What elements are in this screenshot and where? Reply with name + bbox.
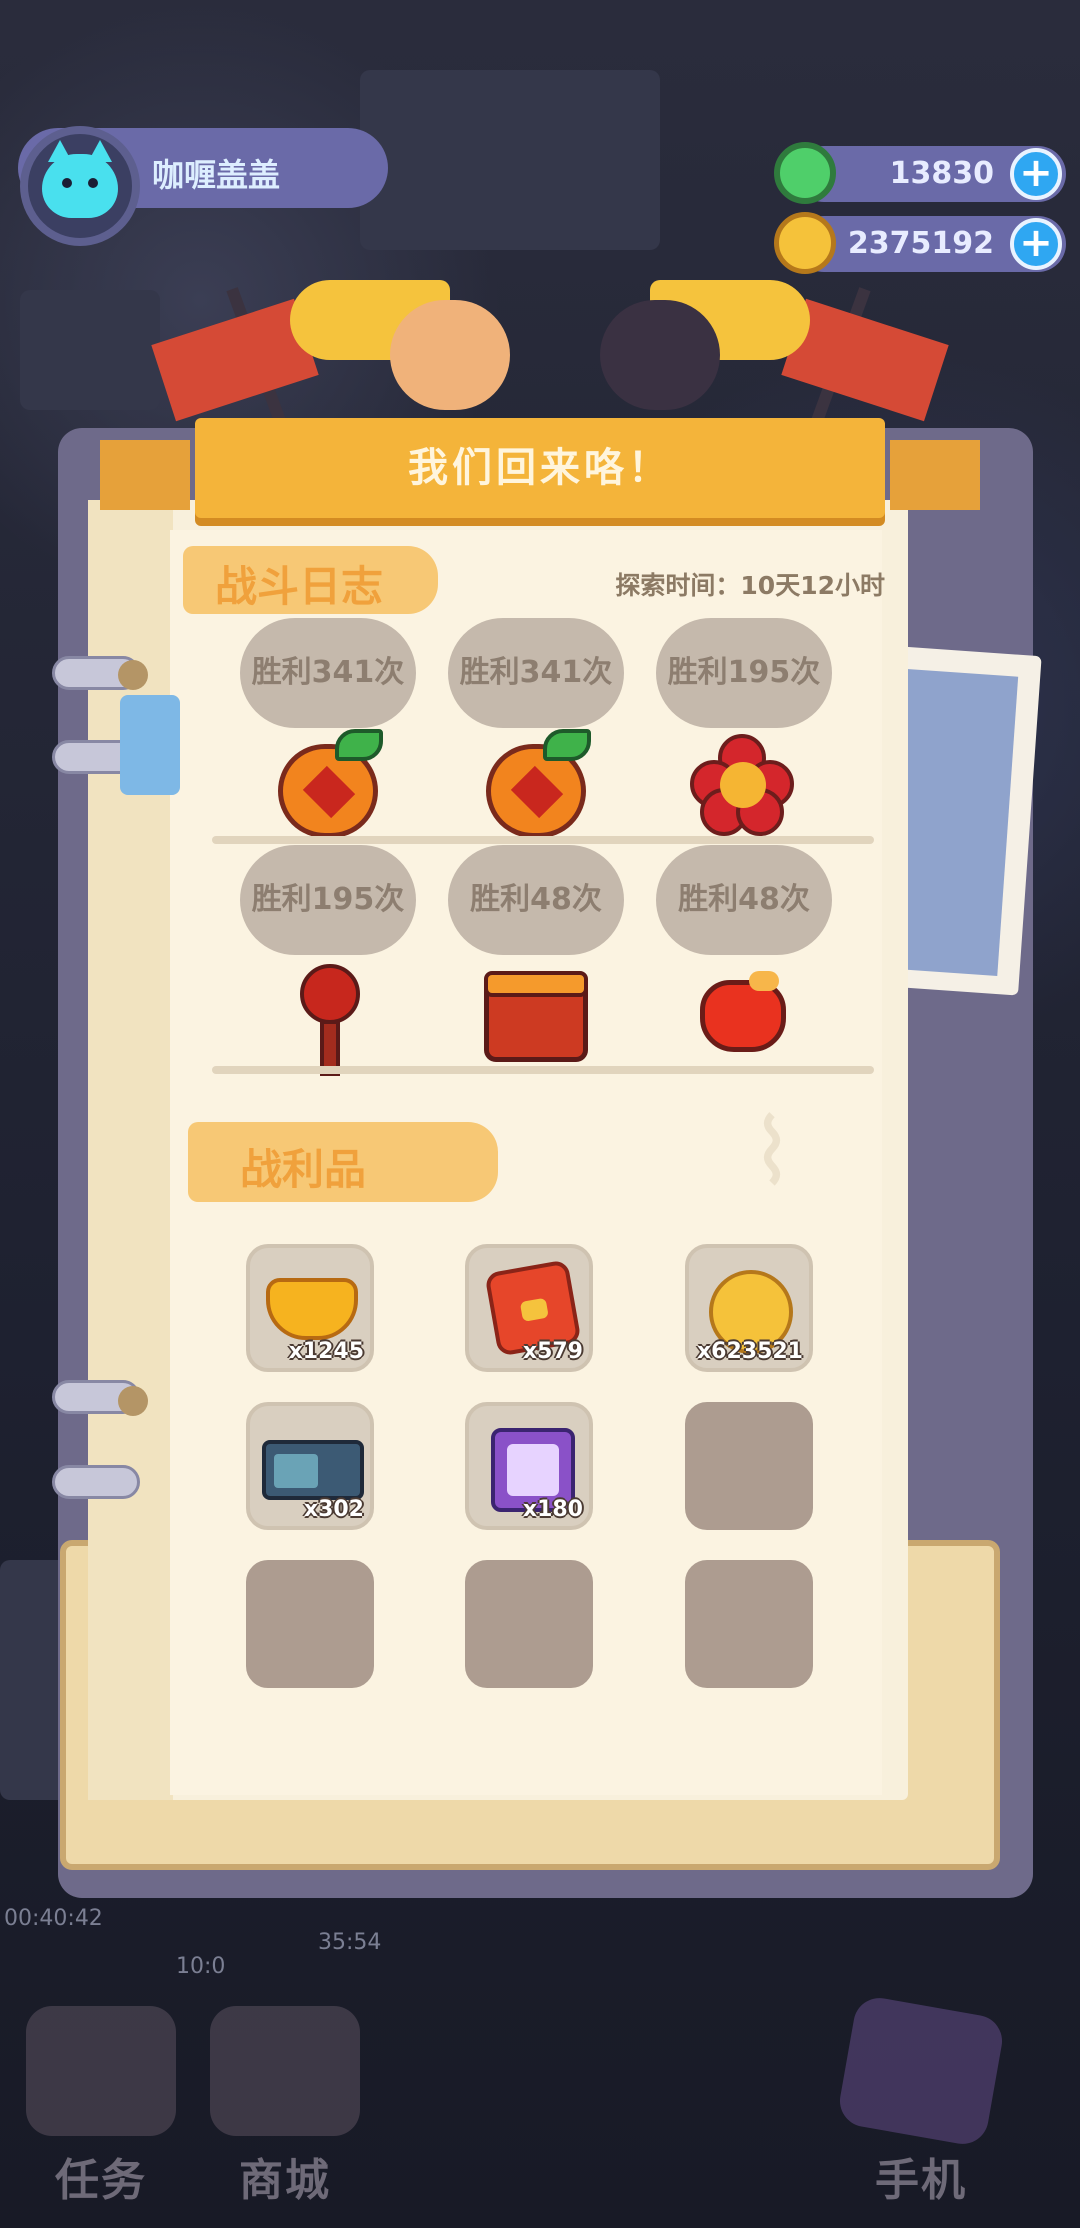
wins-bubble: 胜利195次: [240, 845, 416, 955]
lollipop-enemy-icon: [294, 964, 364, 1076]
wins-bubble: 胜利341次: [240, 618, 416, 728]
phone-icon: [835, 1993, 1007, 2149]
wins-bubble: 胜利341次: [448, 618, 624, 728]
currency-donut-value: 13830: [889, 156, 994, 191]
planet-coin-icon: [774, 212, 836, 274]
ground-line: [212, 1066, 874, 1074]
dialog-title: 我们回来咯！: [408, 445, 672, 491]
red-flower-enemy-icon: [690, 734, 794, 836]
loot-slot[interactable]: x579: [465, 1244, 593, 1372]
loot-slot[interactable]: x623521: [685, 1244, 813, 1372]
binder-hole: [118, 660, 148, 690]
empty-loot-slot: [465, 1560, 593, 1688]
shop-icon: [210, 2006, 360, 2136]
nav-phone-button[interactable]: 手机: [835, 1993, 1007, 2208]
loot-slot[interactable]: x180: [465, 1402, 593, 1530]
timer-label: 35:54: [318, 1930, 382, 1955]
fish-sketch-icon: ⌇: [750, 1100, 794, 1205]
explore-time: 探索时间：10天12小时: [615, 571, 885, 600]
banner-ribbon: [890, 440, 980, 510]
currency-coin: 2375192 +: [796, 216, 1066, 272]
arcade-machine-icon: [262, 1440, 364, 1500]
drum-enemy-icon: [484, 971, 588, 1062]
cat-trumpeter-icon: [390, 300, 510, 410]
add-donut-button[interactable]: +: [1010, 148, 1062, 200]
timer-label: 10:0: [176, 1954, 226, 1979]
loot-qty: x180: [522, 1497, 583, 1522]
binder-ring: [52, 1465, 140, 1499]
wins-bubble: 胜利48次: [448, 845, 624, 955]
cat-trumpeter-icon: [600, 300, 720, 410]
paper-clip-icon: [120, 695, 180, 795]
donut-gem-icon: [774, 142, 836, 204]
ground-line: [212, 836, 874, 844]
binder-hole: [118, 1386, 148, 1416]
task-book-icon: [26, 2006, 176, 2136]
username: 咖喱盖盖: [152, 156, 281, 194]
lucky-pouch-enemy-icon: [700, 971, 786, 1052]
loot-qty: x623521: [696, 1339, 803, 1364]
tangerine-enemy-icon: [278, 729, 383, 838]
empty-loot-slot: [685, 1402, 813, 1530]
nav-task-button[interactable]: 任务: [16, 2006, 186, 2208]
nav-shop-button[interactable]: 商城: [200, 2006, 370, 2208]
loot-qty: x1245: [288, 1339, 364, 1364]
add-coin-button[interactable]: +: [1010, 218, 1062, 270]
loot-heading: 战利品: [240, 1145, 367, 1194]
empty-loot-slot: [685, 1560, 813, 1688]
nav-phone-label: 手机: [875, 2155, 967, 2206]
timer-label: 00:40:42: [4, 1906, 103, 1931]
loot-slot[interactable]: x1245: [246, 1244, 374, 1372]
background-shelf: [360, 70, 660, 250]
currency-donut: 13830 +: [796, 146, 1066, 202]
nav-shop-label: 商城: [239, 2155, 331, 2206]
tangerine-enemy-icon: [486, 729, 591, 838]
wins-bubble: 胜利48次: [656, 845, 832, 955]
bottom-nav: 00:40:42 10:0 35:54 任务 商城 手机: [0, 1906, 1080, 2228]
banner-ribbon: [100, 440, 190, 510]
title-banner: 我们回来咯！: [195, 418, 885, 518]
mystery-box: [20, 290, 160, 410]
wins-bubble: 胜利195次: [656, 618, 832, 728]
battle-log-heading: 战斗日志: [215, 562, 384, 611]
cat-avatar-icon: [42, 140, 118, 218]
empty-loot-slot: [246, 1560, 374, 1688]
nav-task-label: 任务: [55, 2155, 147, 2206]
loot-qty: x302: [303, 1497, 364, 1522]
loot-qty: x579: [522, 1339, 583, 1364]
avatar[interactable]: [20, 126, 140, 246]
loot-slot[interactable]: x302: [246, 1402, 374, 1530]
currency-coin-value: 2375192: [847, 226, 994, 261]
gold-ingot-icon: [266, 1278, 358, 1340]
